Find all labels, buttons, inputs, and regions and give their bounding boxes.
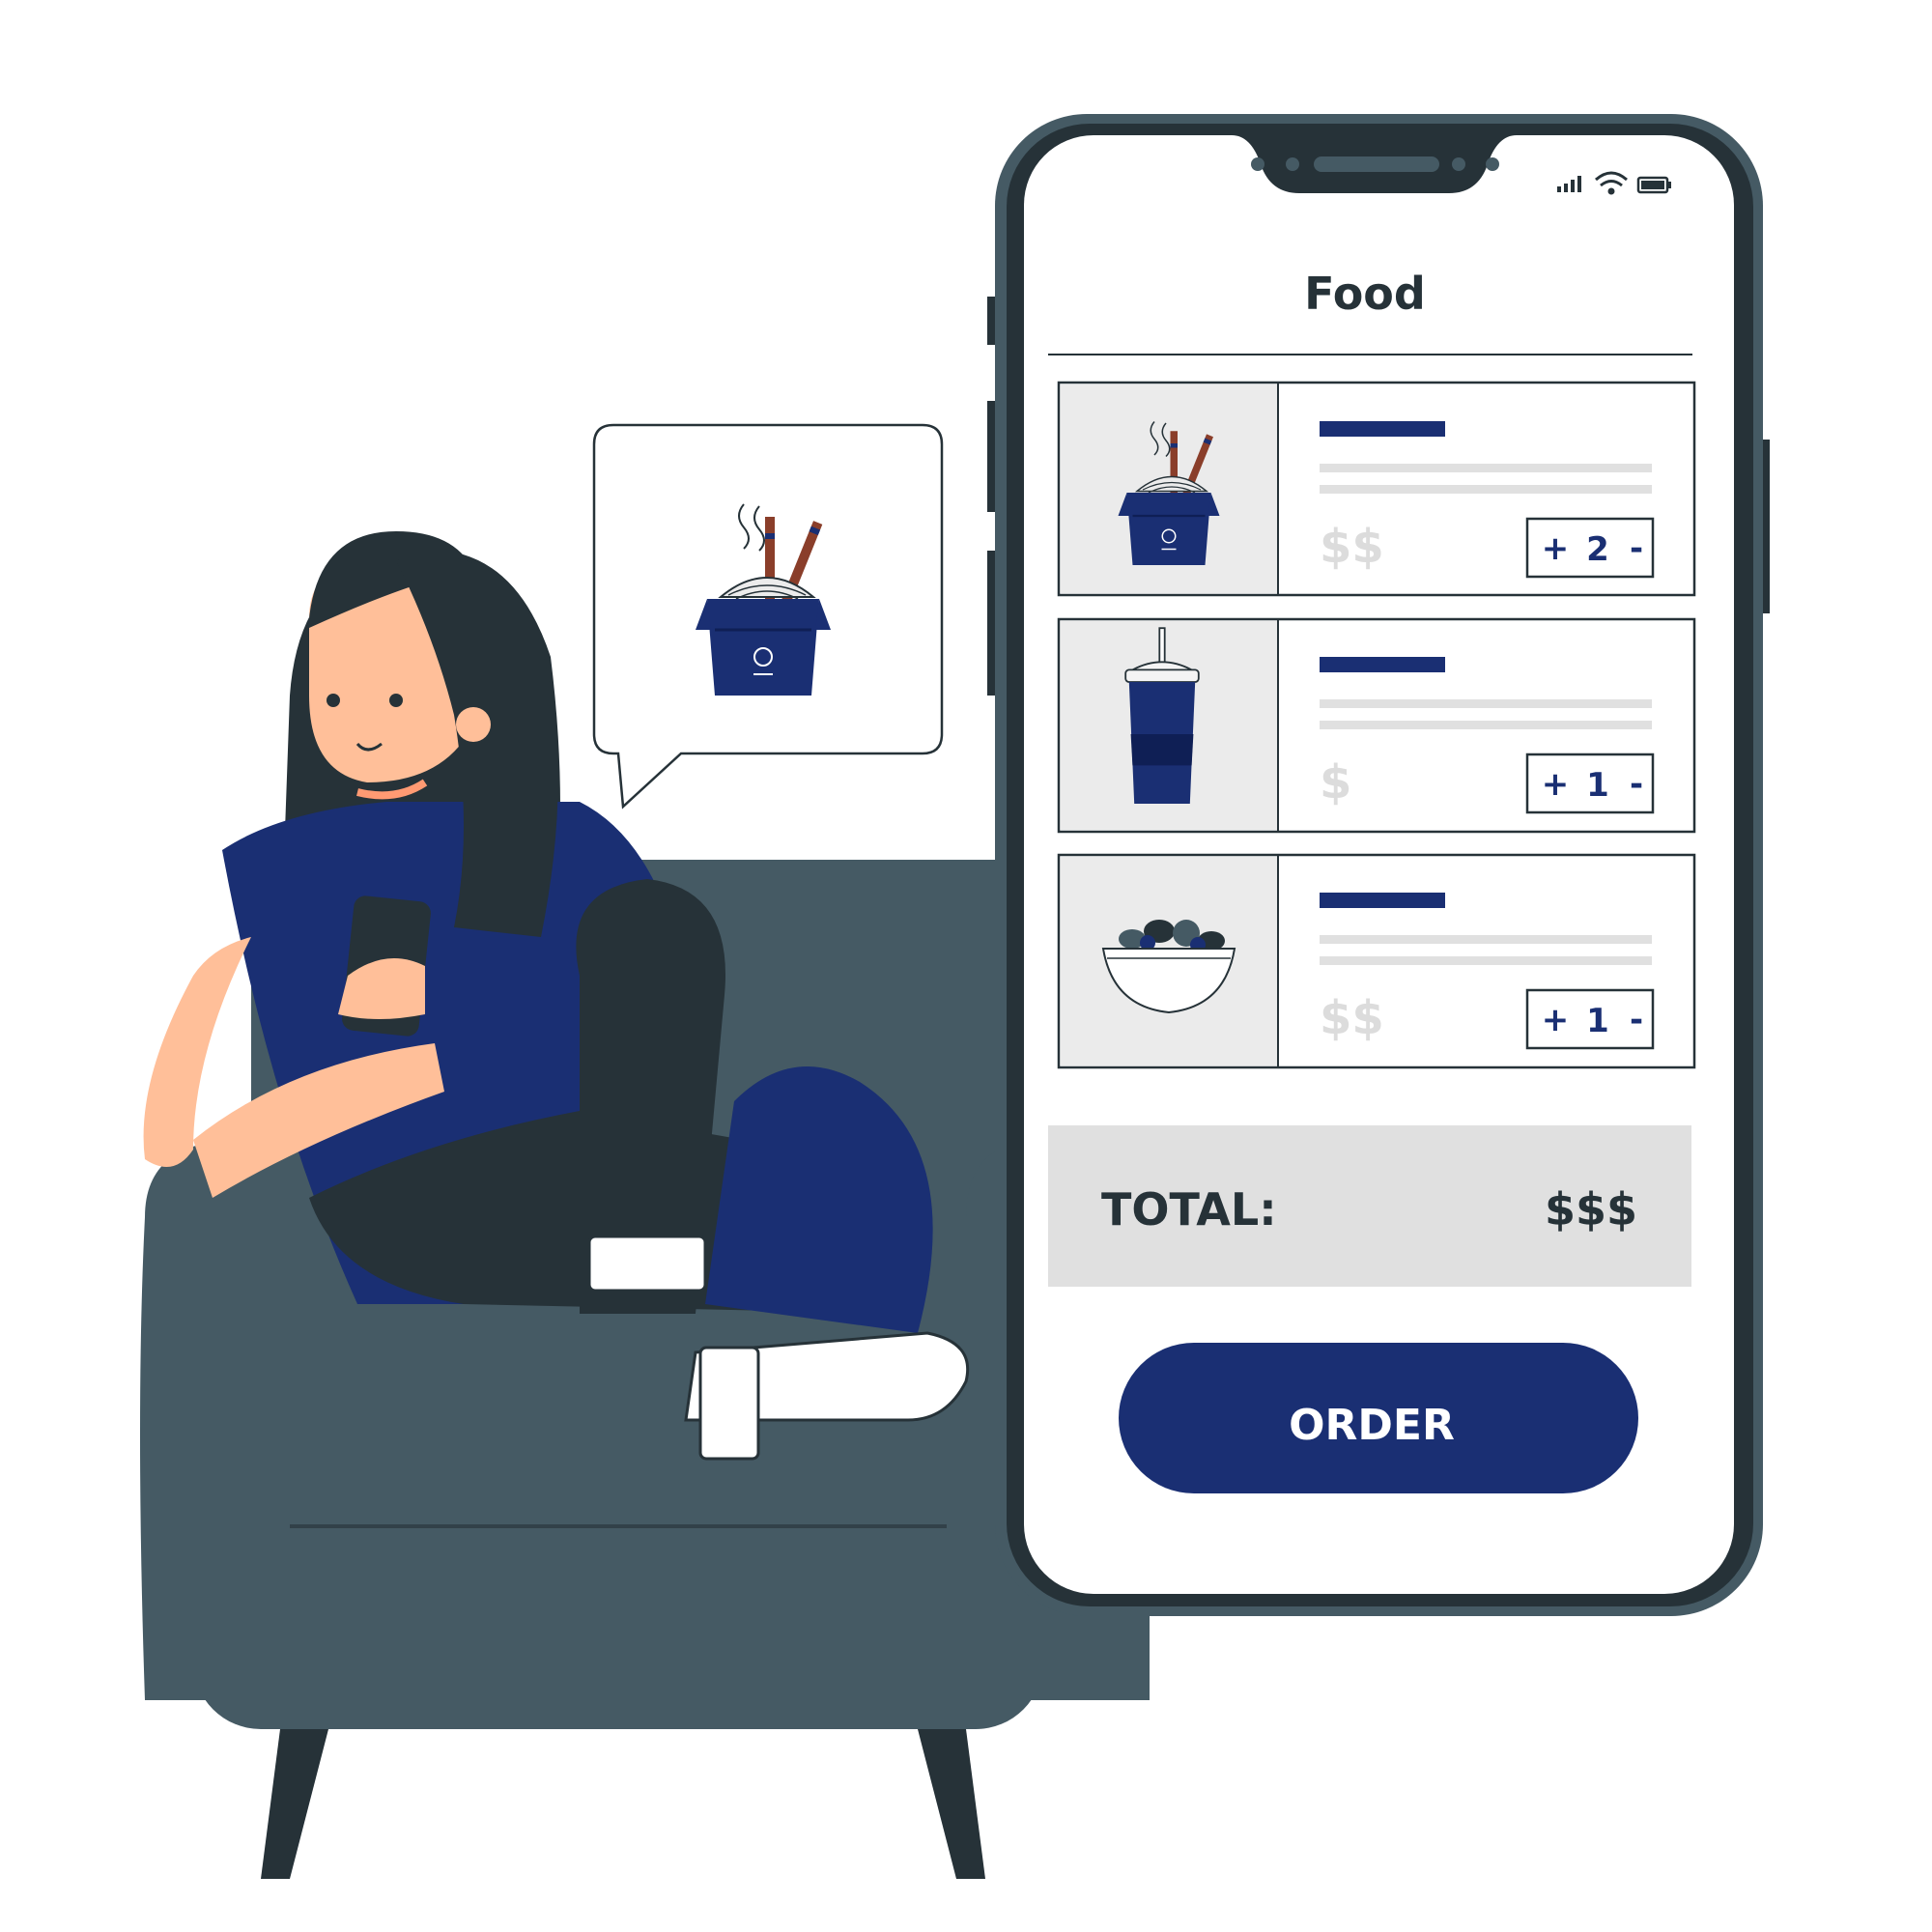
page-title: Food xyxy=(1304,268,1426,320)
quantity-stepper[interactable]: + 2 - xyxy=(1525,517,1655,579)
quantity-value: 1 xyxy=(1586,1002,1609,1040)
list-item[interactable]: $$ + 1 - xyxy=(1057,853,1696,1069)
item-price: $$ xyxy=(1320,991,1384,1045)
total-panel: TOTAL: $$$ xyxy=(1048,1125,1691,1287)
item-name-placeholder xyxy=(1320,421,1445,437)
increment-button[interactable]: + xyxy=(1542,1001,1570,1039)
quantity-value: 2 xyxy=(1586,530,1609,569)
quantity-stepper[interactable]: + 1 - xyxy=(1525,988,1655,1050)
decrement-button[interactable]: - xyxy=(1630,529,1643,568)
quantity-stepper[interactable]: + 1 - xyxy=(1525,753,1655,814)
decrement-button[interactable]: - xyxy=(1630,1001,1643,1039)
item-description-line xyxy=(1320,721,1652,729)
list-item[interactable]: $ + 1 - xyxy=(1057,617,1696,834)
list-item[interactable]: $$ + 2 - xyxy=(1057,381,1696,597)
order-button[interactable]: ORDER xyxy=(1119,1343,1638,1493)
item-name-placeholder xyxy=(1320,893,1445,908)
item-description-line xyxy=(1320,956,1652,965)
quantity-value: 1 xyxy=(1586,766,1609,805)
speech-bubble xyxy=(592,423,944,810)
illustration-scene: Food $$ + 2 - $ + 1 - $$ + 1 - TOTAL: $$… xyxy=(140,114,1770,1879)
item-price: $ xyxy=(1320,755,1351,810)
item-description-line xyxy=(1320,485,1652,494)
total-label: TOTAL: xyxy=(1101,1183,1277,1236)
decrement-button[interactable]: - xyxy=(1630,765,1643,804)
increment-button[interactable]: + xyxy=(1542,765,1570,804)
order-button-label: ORDER xyxy=(1289,1401,1455,1450)
item-name-placeholder xyxy=(1320,657,1445,672)
total-value: $$$ xyxy=(1545,1183,1637,1236)
increment-button[interactable]: + xyxy=(1542,529,1570,568)
item-description-line xyxy=(1320,699,1652,708)
item-description-line xyxy=(1320,464,1652,472)
item-price: $$ xyxy=(1320,520,1384,574)
item-description-line xyxy=(1320,935,1652,944)
